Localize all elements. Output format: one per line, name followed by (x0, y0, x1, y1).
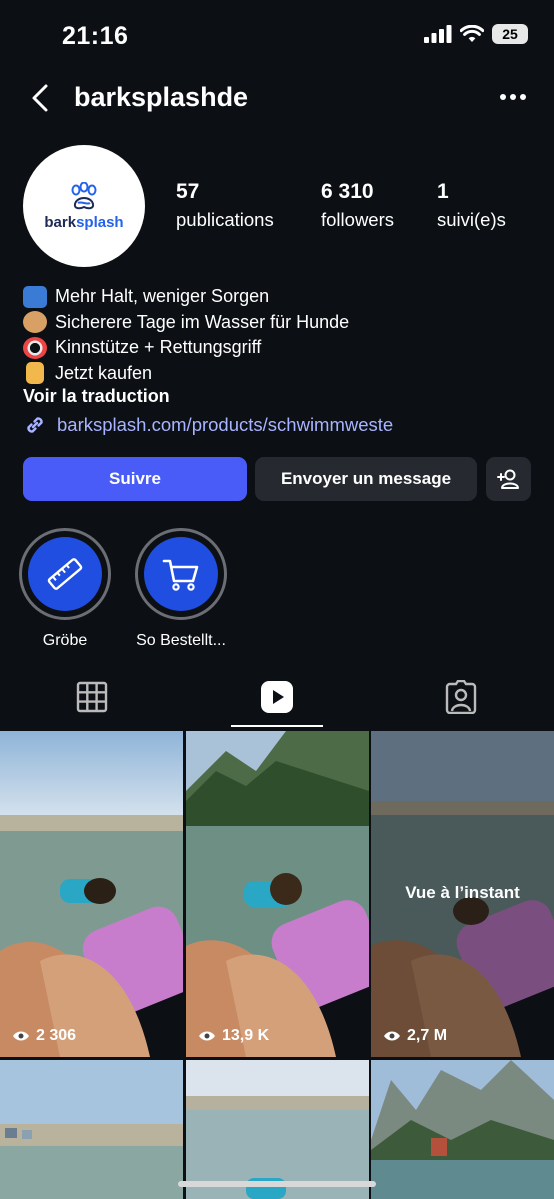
reel-image (0, 1060, 183, 1199)
eye-icon (13, 1031, 29, 1041)
reel-image (0, 731, 183, 1057)
just-viewed-label: Vue à l’instant (405, 883, 520, 902)
view-count: 2,7 M (383, 1027, 447, 1045)
logo-text: barksplash (44, 213, 124, 231)
reel-thumbnail[interactable]: 13,9 K (186, 731, 369, 1057)
wifi-icon (460, 25, 484, 42)
highlight-grobe[interactable]: Gröbe (19, 528, 111, 650)
suggest-users-button[interactable] (486, 457, 531, 501)
profile-username: barksplashde (74, 82, 249, 112)
stat-publications[interactable]: 57 publications (176, 180, 274, 231)
reel-thumbnail[interactable] (371, 1060, 554, 1199)
bio-line: Sicherere Tage im Wasser für Hunde (55, 311, 350, 332)
stat-following[interactable]: 1 suivi(e)s (437, 180, 506, 231)
home-indicator (178, 1181, 376, 1187)
reel-image (186, 1060, 369, 1199)
reels-tab-icon[interactable] (260, 680, 294, 714)
active-tab-indicator (231, 725, 323, 727)
highlight-so-bestellt[interactable]: So Bestellt... (135, 528, 227, 650)
more-options-icon[interactable] (500, 94, 526, 100)
dog-face-icon (23, 311, 47, 334)
battery-indicator: 25 (492, 24, 528, 44)
pointing-down-icon (26, 362, 44, 385)
link-text[interactable]: barksplash.com/products/schwimmweste (57, 414, 393, 436)
message-button[interactable]: Envoyer un message (255, 457, 477, 501)
highlight-label: So Bestellt... (136, 632, 226, 649)
profile-bio: Mehr Halt, weniger Sorgen Sicherere Tage… (23, 284, 349, 386)
follow-button[interactable]: Suivre (23, 457, 247, 501)
shopping-cart-icon (162, 559, 199, 591)
stat-followers[interactable]: 6 310 followers (321, 180, 394, 231)
tagged-tab-icon[interactable] (444, 680, 478, 714)
eye-icon (199, 1031, 215, 1041)
grid-tab-icon[interactable] (75, 680, 109, 714)
bio-line: Kinnstütze + Rettungsgriff (55, 337, 262, 357)
wave-icon (23, 285, 47, 308)
reel-thumbnail[interactable]: 2 306 (0, 731, 183, 1057)
back-icon[interactable] (26, 82, 56, 114)
signal-icon (424, 25, 452, 43)
ruler-icon (47, 558, 83, 590)
profile-link[interactable]: barksplash.com/products/schwimmweste (23, 413, 393, 437)
view-count: 13,9 K (198, 1027, 269, 1045)
highlight-label: Gröbe (42, 632, 88, 649)
status-icons: 25 (424, 24, 528, 44)
add-user-icon (496, 469, 519, 489)
translate-link[interactable]: Voir la traduction (23, 386, 170, 407)
reel-thumbnail[interactable] (186, 1060, 369, 1199)
eye-icon (384, 1031, 400, 1041)
profile-avatar[interactable]: barksplash (23, 145, 145, 267)
reel-thumbnail[interactable] (0, 1060, 183, 1199)
reel-image (371, 1060, 554, 1199)
reel-thumbnail[interactable]: Vue à l’instant 2,7 M (371, 731, 554, 1057)
paw-logo-icon (71, 181, 97, 209)
reel-image (186, 731, 369, 1057)
status-time: 21:16 (62, 22, 129, 50)
ring-buoy-icon (23, 336, 47, 359)
bio-line: Jetzt kaufen (55, 362, 153, 383)
bio-line: Mehr Halt, weniger Sorgen (55, 286, 270, 306)
link-icon (27, 417, 43, 433)
view-count: 2 306 (12, 1027, 76, 1045)
